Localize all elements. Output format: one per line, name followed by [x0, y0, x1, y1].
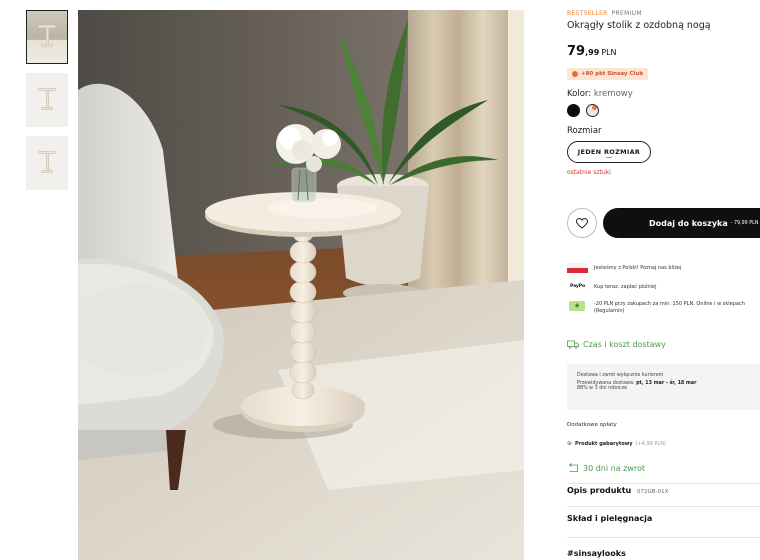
divider-1 — [567, 483, 760, 484]
description-label: Opis produktu — [567, 486, 632, 495]
fees-item-name: Produkt gabarytowy — [575, 440, 633, 447]
perks-list: Jesteśmy z Polski! Poznaj nas bliżej Pay… — [567, 263, 760, 324]
swatch-cream[interactable] — [586, 104, 599, 117]
paypo-icon: PayPo — [570, 283, 585, 289]
delivery-link[interactable]: Czas i koszt dostawy — [567, 340, 666, 349]
fees-item: ⊕ Produkt gabarytowy (+4,99 PLN) — [567, 440, 666, 447]
thumbnail-3[interactable] — [26, 136, 68, 190]
divider-2 — [567, 506, 760, 507]
perk-poland-text: Jesteśmy z Polski! Poznaj nas bliżej — [594, 265, 682, 271]
main-product-image[interactable] — [78, 10, 524, 560]
color-row: Kolor: kremowy — [567, 89, 760, 99]
polish-flag-icon — [567, 263, 588, 273]
add-to-cart-button[interactable]: Dodaj do koszyka - 79,99 PLN — [603, 208, 760, 238]
stock-note: ostatnie sztuki — [567, 169, 611, 176]
cart-row: Dodaj do koszyka - 79,99 PLN — [567, 208, 760, 238]
info-icon: ⊕ — [567, 440, 573, 447]
delivery-line-1: Dostawa i zwrot wyłącznie kurierem — [577, 373, 664, 378]
perk-promo[interactable]: ◈ -20 PLN przy zakupach za min. 150 PLN.… — [567, 301, 760, 315]
heart-icon — [576, 217, 588, 229]
product-tags: BESTSELLER PREMIUM — [567, 10, 760, 17]
delivery-info-box: Dostawa i zwrot wyłącznie kurierem Przew… — [567, 364, 760, 410]
add-to-cart-label: Dodaj do koszyka — [649, 218, 728, 228]
truck-icon — [567, 340, 579, 349]
returns-link-text: 30 dni na zwrot — [583, 463, 646, 473]
add-to-cart-price: - 79,99 PLN — [730, 220, 759, 226]
swatch-black[interactable] — [567, 104, 580, 117]
product-info-panel: BESTSELLER PREMIUM Okrągły stolik z ozdo… — [567, 10, 760, 558]
care-section[interactable]: Skład i pielęgnacja — [567, 514, 652, 523]
thumbnail-gallery — [26, 10, 68, 199]
perk-promo-text-block: -20 PLN przy zakupach za min. 150 PLN. O… — [594, 301, 745, 315]
return-arrow-icon — [569, 463, 578, 472]
club-badge-text: +80 pkt Sinsay Club — [581, 71, 644, 77]
thumbnail-2-table — [38, 88, 56, 110]
fees-item-price: (+4,99 PLN) — [635, 440, 666, 447]
premium-tag: PREMIUM — [611, 10, 642, 17]
perk-promo-terms[interactable]: (Regulamin) — [594, 308, 745, 315]
perk-paypo-text: Kup teraz, zapłać później — [594, 284, 657, 290]
perk-promo-text: -20 PLN przy zakupach za min. 150 PLN. O… — [594, 301, 745, 307]
size-label: Rozmiar — [567, 126, 602, 136]
product-code: 072GB-01X — [637, 489, 669, 495]
thumbnail-1[interactable] — [26, 10, 68, 64]
price-decimal: ,99 — [585, 48, 600, 57]
bestseller-tag: BESTSELLER — [567, 10, 608, 17]
thumbnail-1-table — [38, 25, 56, 47]
promo-tag-icon: ◈ — [569, 301, 585, 311]
thumbnail-3-table — [38, 151, 56, 173]
thumbnail-2[interactable] — [26, 73, 68, 127]
color-label: Kolor: — [567, 89, 592, 99]
product-title: Okrągły stolik z ozdobną nogą — [567, 20, 711, 31]
favorite-button[interactable] — [567, 208, 597, 238]
product-price: 79,99 PLN — [567, 40, 760, 59]
fees-label: Dodatkowe opłaty — [567, 422, 617, 428]
product-photo — [78, 10, 524, 560]
size-option-button[interactable]: JEDEN ROZMIAR — [567, 141, 651, 163]
color-swatches — [567, 104, 760, 117]
divider-3 — [567, 537, 760, 538]
sinsaylooks-section[interactable]: #sinsaylooks — [567, 549, 626, 558]
color-value: kremowy — [593, 89, 633, 99]
description-section[interactable]: Opis produktu 072GB-01X — [567, 486, 668, 495]
sinsay-club-badge: +80 pkt Sinsay Club — [567, 68, 649, 80]
club-points-icon — [572, 71, 578, 77]
returns-link[interactable]: 30 dni na zwrot — [567, 463, 645, 473]
delivery-estimate-dates: pt, 13 mar - śr, 18 mar — [636, 381, 697, 387]
delivery-link-text: Czas i koszt dostawy — [583, 340, 666, 349]
price-integer: 79 — [567, 44, 586, 59]
perk-paypo[interactable]: PayPo Kup teraz, zapłać później — [567, 282, 760, 292]
perk-poland[interactable]: Jesteśmy z Polski! Poznaj nas bliżej — [567, 263, 760, 273]
price-currency: PLN — [601, 48, 617, 57]
